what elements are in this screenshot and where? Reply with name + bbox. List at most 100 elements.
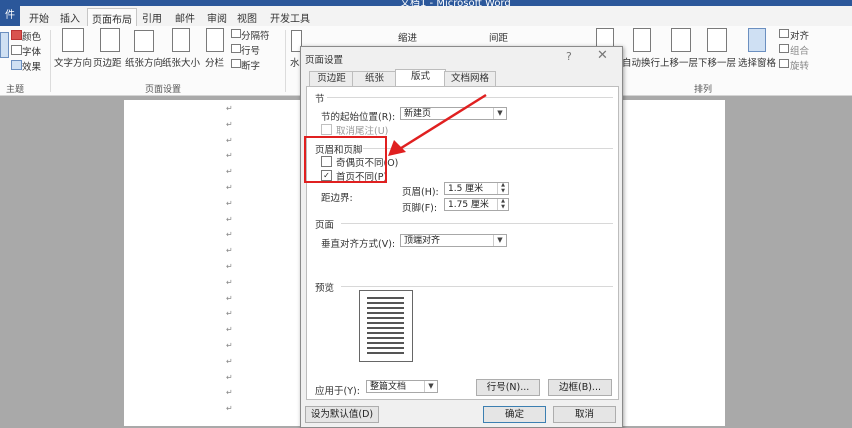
paragraph-mark: ↵: [226, 325, 233, 335]
vertical-alignment-select[interactable]: 顶端对齐 ▼: [400, 234, 507, 247]
divider: [341, 223, 613, 224]
line-numbers-dialog-button[interactable]: 行号(N)...: [476, 379, 540, 396]
paper-size-button[interactable]: 纸张大小: [162, 55, 200, 69]
tab-paper[interactable]: 纸张: [352, 71, 397, 86]
orientation-button[interactable]: 纸张方向: [125, 55, 163, 69]
theme-fonts-icon: [11, 45, 22, 55]
bring-forward-icon: [671, 28, 691, 52]
align-button[interactable]: 对齐: [790, 28, 809, 42]
cancel-button[interactable]: 取消: [553, 406, 616, 423]
line-numbers-icon: [231, 44, 241, 53]
section-heading: 节: [315, 94, 325, 105]
header-distance-label: 页眉(H):: [402, 187, 439, 198]
paragraph-mark: ↵: [226, 104, 233, 113]
set-as-default-button[interactable]: 设为默认值(D): [305, 406, 379, 423]
line-numbers-button[interactable]: 行号: [241, 43, 260, 57]
apply-to-select[interactable]: 整篇文档 ▼: [366, 380, 438, 393]
page-heading: 页面: [315, 220, 335, 231]
tab-insert[interactable]: 插入: [60, 10, 80, 25]
columns-button[interactable]: 分栏: [205, 55, 224, 69]
preview-text-line: [367, 312, 404, 314]
spacing-label: 间距: [489, 33, 509, 44]
spin-arrows-icon[interactable]: ▲ ▼: [497, 198, 508, 210]
paragraph-mark: ↵: [226, 151, 233, 161]
margins-icon: [100, 28, 120, 52]
arrow-shaft: [397, 93, 487, 152]
preview-text-line: [367, 302, 404, 304]
tab-layout[interactable]: 版式: [395, 69, 446, 87]
layout-preview: [359, 290, 413, 362]
group-icon: [779, 44, 789, 53]
preview-text-line: [367, 297, 404, 299]
apply-to-label: 应用于(Y):: [315, 386, 360, 397]
paragraph-mark: ↵: [226, 262, 233, 271]
hyphenation-button[interactable]: 断字: [241, 58, 260, 72]
tab-references[interactable]: 引用: [142, 10, 162, 25]
header-distance-input[interactable]: 1.5 厘米 ▲ ▼: [444, 182, 509, 195]
bring-forward-button[interactable]: 上移一层: [660, 55, 698, 69]
text-direction-button[interactable]: 文字方向: [54, 55, 92, 69]
paragraph-mark: ↵: [226, 293, 233, 303]
send-backward-button[interactable]: 下移一层: [698, 55, 736, 69]
paragraph-mark: ↵: [226, 119, 233, 129]
group-separator: [285, 30, 286, 92]
paragraph-mark: ↵: [226, 183, 233, 192]
paragraph-mark: ↵: [226, 341, 233, 350]
breaks-icon: [231, 29, 241, 38]
ok-button[interactable]: 确定: [483, 406, 546, 423]
selection-pane-button[interactable]: 选择窗格: [738, 55, 776, 69]
breaks-button[interactable]: 分隔符: [241, 28, 270, 42]
borders-button[interactable]: 边框(B)...: [548, 379, 612, 396]
chevron-down-icon: ▼: [493, 108, 506, 119]
margins-button[interactable]: 页边距: [93, 55, 122, 69]
tab-document-grid[interactable]: 文档网格: [444, 71, 496, 86]
annotation-arrow-icon: [388, 93, 487, 156]
theme-fonts-button[interactable]: 字体: [22, 44, 41, 58]
apply-to-value: 整篇文档: [370, 382, 407, 392]
watermark-button[interactable]: 水: [290, 55, 300, 69]
header-distance-value: 1.5 厘米: [448, 184, 484, 194]
preview-text-line: [367, 317, 404, 319]
tab-margins[interactable]: 页边距: [309, 71, 354, 86]
preview-text-line: [367, 342, 404, 344]
suppress-endnotes-checkbox[interactable]: [321, 124, 332, 135]
paragraph-mark: ↵: [226, 372, 233, 382]
paragraph-mark: ↵: [226, 404, 233, 414]
orientation-icon: [134, 30, 154, 52]
wrap-text-button[interactable]: 自动换行: [622, 55, 660, 69]
group-button[interactable]: 组合: [790, 43, 809, 57]
spin-arrows-icon[interactable]: ▲ ▼: [497, 182, 508, 194]
tab-home[interactable]: 开始: [29, 10, 49, 25]
paragraph-mark: ↵: [226, 230, 233, 240]
tab-review[interactable]: 审阅: [207, 10, 227, 25]
paragraph-mark: ↵: [226, 388, 233, 398]
footer-distance-input[interactable]: 1.75 厘米 ▲ ▼: [444, 198, 509, 211]
text-direction-icon: [62, 28, 84, 52]
preview-text-line: [367, 327, 404, 329]
from-edge-label: 距边界:: [321, 193, 353, 204]
preview-text-line: [367, 347, 404, 349]
vertical-alignment-label: 垂直对齐方式(V):: [321, 239, 396, 250]
close-icon[interactable]: ✕: [597, 48, 608, 63]
tab-page-layout[interactable]: 页面布局: [87, 8, 137, 28]
send-backward-icon: [707, 28, 727, 52]
preview-text-line: [367, 322, 404, 324]
group-label-page-setup: 页面设置: [145, 85, 182, 95]
theme-colors-button[interactable]: 颜色: [22, 29, 41, 43]
chevron-down-icon: ▼: [424, 381, 437, 392]
tab-mailings[interactable]: 邮件: [175, 10, 195, 25]
themes-icon[interactable]: [0, 32, 9, 58]
theme-effects-icon: [11, 60, 22, 70]
tab-file[interactable]: 件: [0, 6, 20, 26]
ribbon-tabs: 件 开始 插入 页面布局 引用 邮件 审阅 视图 开发工具: [0, 6, 852, 28]
wrap-text-icon: [633, 28, 651, 52]
paragraph-mark: ↵: [226, 167, 233, 177]
rotate-button[interactable]: 旋转: [790, 58, 809, 72]
position-icon: [596, 28, 614, 48]
theme-effects-button[interactable]: 效果: [22, 59, 41, 73]
tab-developer[interactable]: 开发工具: [270, 10, 310, 25]
footer-distance-label: 页脚(F):: [402, 203, 438, 214]
help-icon[interactable]: ?: [566, 50, 572, 63]
tab-view[interactable]: 视图: [237, 10, 257, 25]
align-icon: [779, 29, 789, 38]
